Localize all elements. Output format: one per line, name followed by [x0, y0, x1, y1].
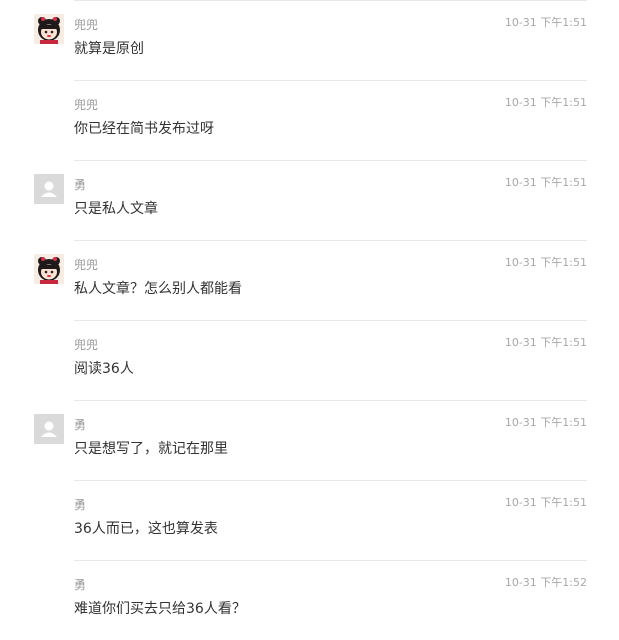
message-text: 难道你们买去只给36人看？ [74, 601, 246, 617]
message-text: 阅读36人 [74, 361, 134, 377]
avatar[interactable] [34, 254, 64, 284]
message-item: 勇 10-31 下午1:51 只是私人文章 [0, 160, 619, 240]
message-timestamp: 10-31 下午1:51 [504, 96, 587, 109]
message-text: 只是想写了，就记在那里 [74, 441, 228, 457]
default-user-avatar-icon [34, 414, 64, 444]
message-timestamp: 10-31 下午1:52 [504, 576, 587, 589]
anime-girl-avatar-icon [34, 254, 64, 284]
message-text: 私人文章？怎么别人都能看 [74, 281, 242, 297]
avatar[interactable] [34, 14, 64, 44]
avatar[interactable] [34, 414, 64, 444]
message-item: 勇 10-31 下午1:52 难道你们买去只给36人看？ [0, 560, 619, 640]
message-text: 就算是原创 [74, 41, 144, 57]
sender-name[interactable]: 兜兜 [74, 17, 98, 33]
avatar[interactable] [34, 174, 64, 204]
message-timestamp: 10-31 下午1:51 [504, 256, 587, 269]
message-item: 勇 10-31 下午1:51 36人而已，这也算发表 [0, 480, 619, 560]
sender-name[interactable]: 勇 [74, 577, 86, 593]
default-user-avatar-icon [34, 174, 64, 204]
message-timestamp: 10-31 下午1:51 [504, 336, 587, 349]
message-item: 兜兜 10-31 下午1:51 私人文章？怎么别人都能看 [0, 240, 619, 320]
sender-name[interactable]: 勇 [74, 497, 86, 513]
message-item: 兜兜 10-31 下午1:51 你已经在简书发布过呀 [0, 80, 619, 160]
message-timestamp: 10-31 下午1:51 [504, 416, 587, 429]
sender-name[interactable]: 兜兜 [74, 257, 98, 273]
message-text: 你已经在简书发布过呀 [74, 121, 214, 137]
message-item: 兜兜 10-31 下午1:51 阅读36人 [0, 320, 619, 400]
message-text: 36人而已，这也算发表 [74, 521, 218, 537]
sender-name[interactable]: 兜兜 [74, 97, 98, 113]
sender-name[interactable]: 兜兜 [74, 337, 98, 353]
message-item: 兜兜 10-31 下午1:51 就算是原创 [0, 0, 619, 80]
anime-girl-avatar-icon [34, 14, 64, 44]
message-item: 勇 10-31 下午1:51 只是想写了，就记在那里 [0, 400, 619, 480]
message-text: 只是私人文章 [74, 201, 158, 217]
message-timestamp: 10-31 下午1:51 [504, 176, 587, 189]
chat-message-list: 兜兜 10-31 下午1:51 就算是原创 兜兜 10-31 下午1:51 你已… [0, 0, 619, 640]
message-timestamp: 10-31 下午1:51 [504, 16, 587, 29]
sender-name[interactable]: 勇 [74, 177, 86, 193]
message-timestamp: 10-31 下午1:51 [504, 496, 587, 509]
sender-name[interactable]: 勇 [74, 417, 86, 433]
